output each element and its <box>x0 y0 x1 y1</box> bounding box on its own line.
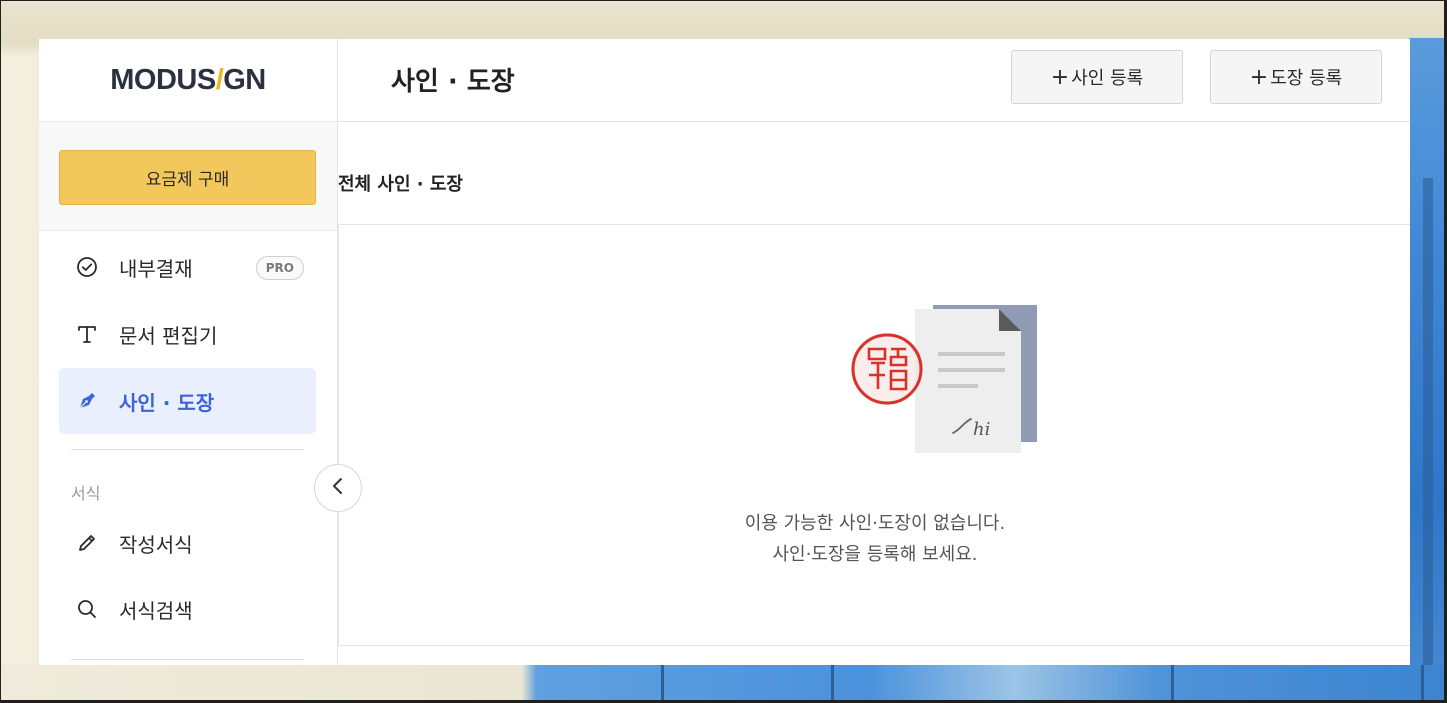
sidebar-item-label: 사인 · 도장 <box>119 390 215 415</box>
app-window: MODUS / GN 요금제 구매 내부결재 PRO 문서 편집기 사인 · 도… <box>39 39 1410 665</box>
plus-icon: + <box>1050 64 1070 90</box>
sidebar-item-create-form[interactable]: 작성서식 <box>59 511 316 575</box>
sidebar-divider <box>71 659 304 660</box>
empty-message-line1: 이용 가능한 사인·도장이 없습니다. <box>744 513 1006 534</box>
sidebar-item-label: 문서 편집기 <box>119 323 218 348</box>
pencil-icon <box>75 531 99 555</box>
red-seal-stamp <box>851 333 923 405</box>
sidebar-item-sign-stamp[interactable]: 사인 · 도장 <box>59 368 316 434</box>
search-icon <box>75 597 99 621</box>
background-right-strip <box>1409 38 1444 700</box>
buy-plan-button[interactable]: 요금제 구매 <box>59 150 316 205</box>
sidebar-item-document-editor[interactable]: 문서 편집기 <box>59 302 316 366</box>
sidebar-item-internal-approval[interactable]: 내부결재 PRO <box>59 235 316 299</box>
background-bottom-strip <box>1 665 1444 700</box>
sidebar-item-label: 서식검색 <box>119 598 193 623</box>
empty-illustration: hi <box>849 305 1039 465</box>
sidebar-item-label: 작성서식 <box>119 532 193 557</box>
pro-badge: PRO <box>255 256 304 280</box>
logo-text-gn: GN <box>223 63 266 96</box>
sidebar-collapse-button[interactable] <box>314 464 362 512</box>
section-title: 전체 사인 · 도장 <box>338 174 463 195</box>
header: 사인 · 도장 + 사인 등록 + 도장 등록 <box>338 39 1410 122</box>
buy-section: 요금제 구매 <box>39 122 337 231</box>
plus-icon: + <box>1249 64 1269 90</box>
pen-nib-icon <box>75 389 99 413</box>
empty-message-line2: 사인·도장을 등록해 보세요. <box>772 544 978 565</box>
logo[interactable]: MODUS / GN <box>39 39 337 122</box>
sidebar: MODUS / GN 요금제 구매 내부결재 PRO 문서 편집기 사인 · 도… <box>39 39 338 665</box>
chevron-left-icon <box>331 477 345 499</box>
logo-text-modus: MODUS <box>110 63 216 96</box>
logo-slash: / <box>215 63 224 96</box>
add-sign-label: 사인 등록 <box>1071 68 1144 89</box>
sidebar-item-label: 내부결재 <box>119 256 193 281</box>
main-content: 전체 사인 · 도장 hi 이용 가능한 사인·도장이 없습니다. 사인·도장을… <box>338 122 1410 665</box>
sidebar-item-search-form[interactable]: 서식검색 <box>59 577 316 641</box>
add-stamp-button[interactable]: + 도장 등록 <box>1210 50 1382 104</box>
text-t-icon <box>75 322 99 346</box>
add-sign-button[interactable]: + 사인 등록 <box>1011 50 1183 104</box>
signature-text: hi <box>973 419 990 440</box>
empty-state: hi 이용 가능한 사인·도장이 없습니다. 사인·도장을 등록해 보세요. <box>338 225 1410 646</box>
sidebar-divider <box>71 449 304 450</box>
page-title: 사인 · 도장 <box>391 67 515 97</box>
check-circle-icon <box>75 255 99 279</box>
add-stamp-label: 도장 등록 <box>1270 68 1343 89</box>
desktop-background: MODUS / GN 요금제 구매 내부결재 PRO 문서 편집기 사인 · 도… <box>1 1 1444 700</box>
sidebar-section-label: 서식 <box>71 484 101 503</box>
